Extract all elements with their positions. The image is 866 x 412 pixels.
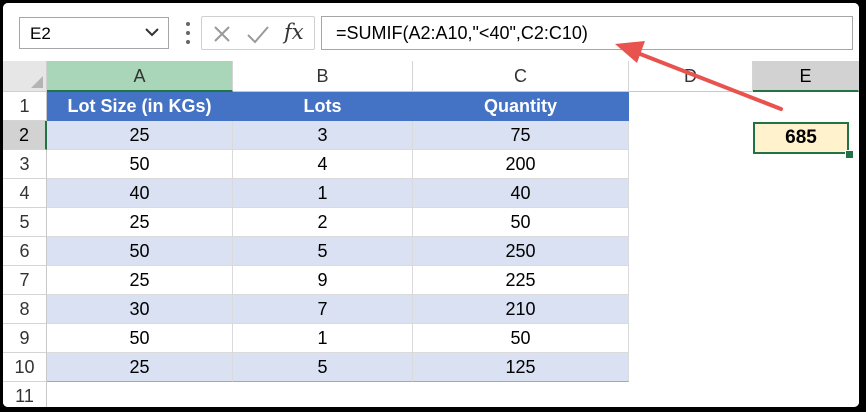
row-header-8[interactable]: 8 — [3, 295, 47, 324]
table-cell[interactable]: 40 — [413, 179, 629, 208]
table-cell[interactable]: 50 — [47, 324, 233, 353]
table-cell[interactable]: 25 — [47, 208, 233, 237]
table-cell[interactable]: 225 — [413, 266, 629, 295]
name-box[interactable]: E2 — [19, 17, 169, 49]
column-header-e[interactable]: E — [753, 61, 859, 92]
spreadsheet-window: E2 fx =SUMIF(A2:A10,"<40",C2:C10) A B C … — [3, 3, 859, 407]
column-header-a[interactable]: A — [47, 61, 233, 92]
result-cell-e2[interactable]: 685 — [753, 122, 849, 154]
table-cell[interactable]: 250 — [413, 237, 629, 266]
column-header-b[interactable]: B — [233, 61, 413, 92]
table-header-lots[interactable]: Lots — [233, 92, 413, 121]
row-header-5[interactable]: 5 — [3, 208, 47, 237]
table-cell[interactable]: 125 — [413, 353, 629, 382]
worksheet-grid[interactable]: A B C D E 1 2 3 4 5 6 7 8 9 10 11 Lot Si… — [3, 61, 859, 407]
insert-function-button[interactable]: fx — [284, 20, 304, 44]
row-header-6[interactable]: 6 — [3, 237, 47, 266]
row-header-7[interactable]: 7 — [3, 266, 47, 295]
row-header-10[interactable]: 10 — [3, 353, 47, 382]
table-cell[interactable]: 7 — [233, 295, 413, 324]
table-cell[interactable]: 1 — [233, 324, 413, 353]
table-cell[interactable]: 210 — [413, 295, 629, 324]
table-cell[interactable]: 200 — [413, 150, 629, 179]
table-header-quantity[interactable]: Quantity — [413, 92, 629, 121]
enter-check-icon[interactable] — [246, 24, 270, 44]
row-header-9[interactable]: 9 — [3, 324, 47, 353]
fill-handle[interactable] — [845, 150, 854, 159]
table-cell[interactable]: 50 — [47, 150, 233, 179]
column-header-c[interactable]: C — [413, 61, 629, 92]
row-header-1[interactable]: 1 — [3, 92, 47, 121]
cancel-icon[interactable] — [212, 24, 232, 44]
table-cell[interactable]: 9 — [233, 266, 413, 295]
table-cell[interactable]: 25 — [47, 353, 233, 382]
table-header-lot-size[interactable]: Lot Size (in KGs) — [47, 92, 233, 121]
chevron-down-icon[interactable] — [144, 23, 160, 41]
name-box-value: E2 — [30, 24, 51, 43]
formula-input[interactable]: =SUMIF(A2:A10,"<40",C2:C10) — [321, 16, 853, 50]
select-all-corner[interactable] — [3, 61, 47, 92]
table-cell[interactable]: 50 — [47, 237, 233, 266]
row-header-3[interactable]: 3 — [3, 150, 47, 179]
table-cell[interactable]: 50 — [413, 324, 629, 353]
formula-text: =SUMIF(A2:A10,"<40",C2:C10) — [336, 23, 588, 43]
table-cell[interactable]: 75 — [413, 121, 629, 150]
row-header-4[interactable]: 4 — [3, 179, 47, 208]
table-cell[interactable]: 30 — [47, 295, 233, 324]
table-cell[interactable]: 5 — [233, 237, 413, 266]
table-cell[interactable]: 5 — [233, 353, 413, 382]
table-cell[interactable]: 50 — [413, 208, 629, 237]
table-cell[interactable]: 2 — [233, 208, 413, 237]
table-cell[interactable]: 1 — [233, 179, 413, 208]
row-header-2[interactable]: 2 — [3, 121, 47, 150]
table-cell[interactable]: 25 — [47, 266, 233, 295]
row-header-11[interactable]: 11 — [3, 382, 47, 407]
table-cell[interactable]: 3 — [233, 121, 413, 150]
table-cell[interactable]: 25 — [47, 121, 233, 150]
column-header-d[interactable]: D — [629, 61, 753, 92]
more-options-icon[interactable] — [183, 19, 193, 47]
table-cell[interactable]: 40 — [47, 179, 233, 208]
table-cell[interactable]: 4 — [233, 150, 413, 179]
formula-buttons: fx — [201, 16, 315, 50]
formula-bar-area: E2 fx =SUMIF(A2:A10,"<40",C2:C10) — [3, 3, 859, 61]
